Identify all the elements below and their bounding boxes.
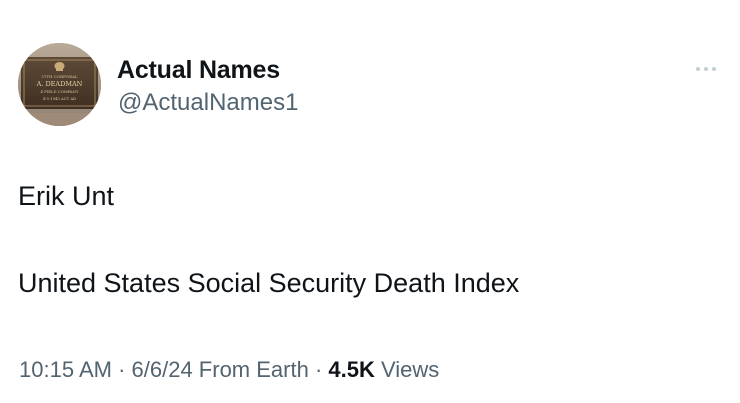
tweet-text-line: Erik Unt	[18, 181, 115, 211]
more-button[interactable]	[688, 56, 724, 82]
tweet-text-line: United States Social Security Death Inde…	[18, 268, 520, 298]
plaque-line-2: A. DEADMAN	[36, 80, 83, 88]
display-name[interactable]: Actual Names	[117, 55, 280, 85]
tweet-meta: 10:15 AM · 6/6/24 From Earth · 4.5K View…	[19, 356, 439, 384]
plaque-line-1: 37TH CORPORAL	[41, 74, 78, 79]
tweet-time[interactable]: 10:15 AM	[19, 357, 112, 382]
tweet-card: 37TH CORPORAL A. DEADMAN 4 FIELD COMPANY…	[0, 0, 740, 403]
plaque-line-4: 4-5-1943 ACT AD	[43, 96, 76, 101]
avatar[interactable]: 37TH CORPORAL A. DEADMAN 4 FIELD COMPANY…	[18, 43, 101, 126]
views-label: Views	[374, 357, 440, 382]
tweet-date[interactable]: 6/6/24	[132, 357, 193, 382]
more-horizontal-icon-dot	[704, 67, 708, 71]
plaque-line-3: 4 FIELD COMPANY	[41, 89, 79, 94]
more-horizontal-icon	[696, 67, 700, 71]
meta-separator: ·	[111, 357, 132, 382]
tweet-source: From Earth	[192, 357, 309, 382]
memorial-plaque-avatar: 37TH CORPORAL A. DEADMAN 4 FIELD COMPANY…	[18, 43, 101, 126]
views-count[interactable]: 4.5K	[328, 357, 374, 382]
meta-separator: ·	[308, 357, 329, 382]
user-handle[interactable]: @ActualNames1	[118, 89, 298, 117]
more-horizontal-icon-dot	[712, 67, 716, 71]
